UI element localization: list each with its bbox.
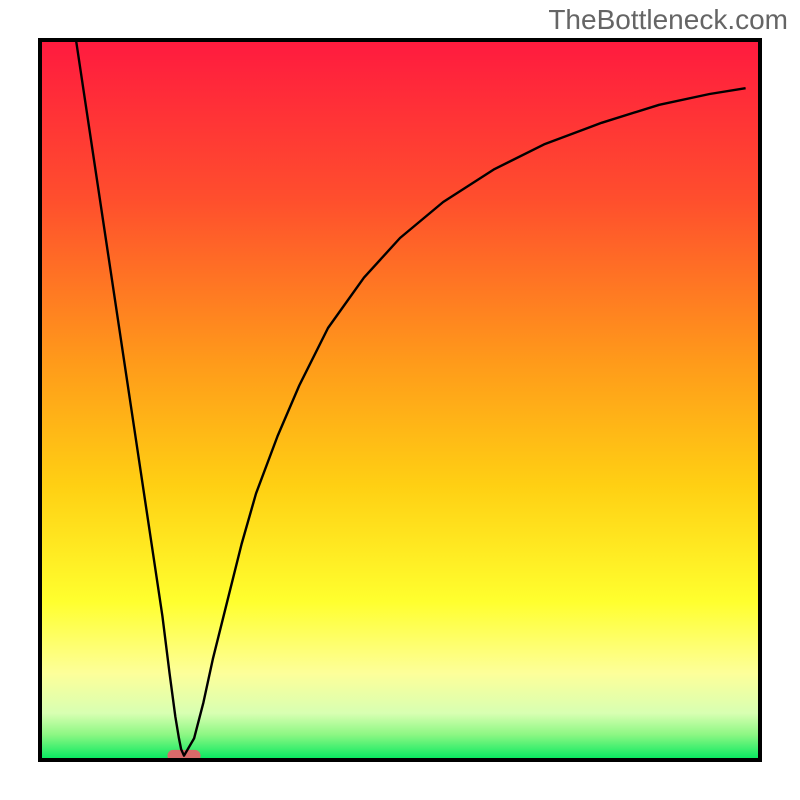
plot-background — [40, 40, 760, 760]
bottleneck-chart — [0, 0, 800, 800]
watermark-text: TheBottleneck.com — [548, 4, 788, 36]
chart-container: TheBottleneck.com — [0, 0, 800, 800]
